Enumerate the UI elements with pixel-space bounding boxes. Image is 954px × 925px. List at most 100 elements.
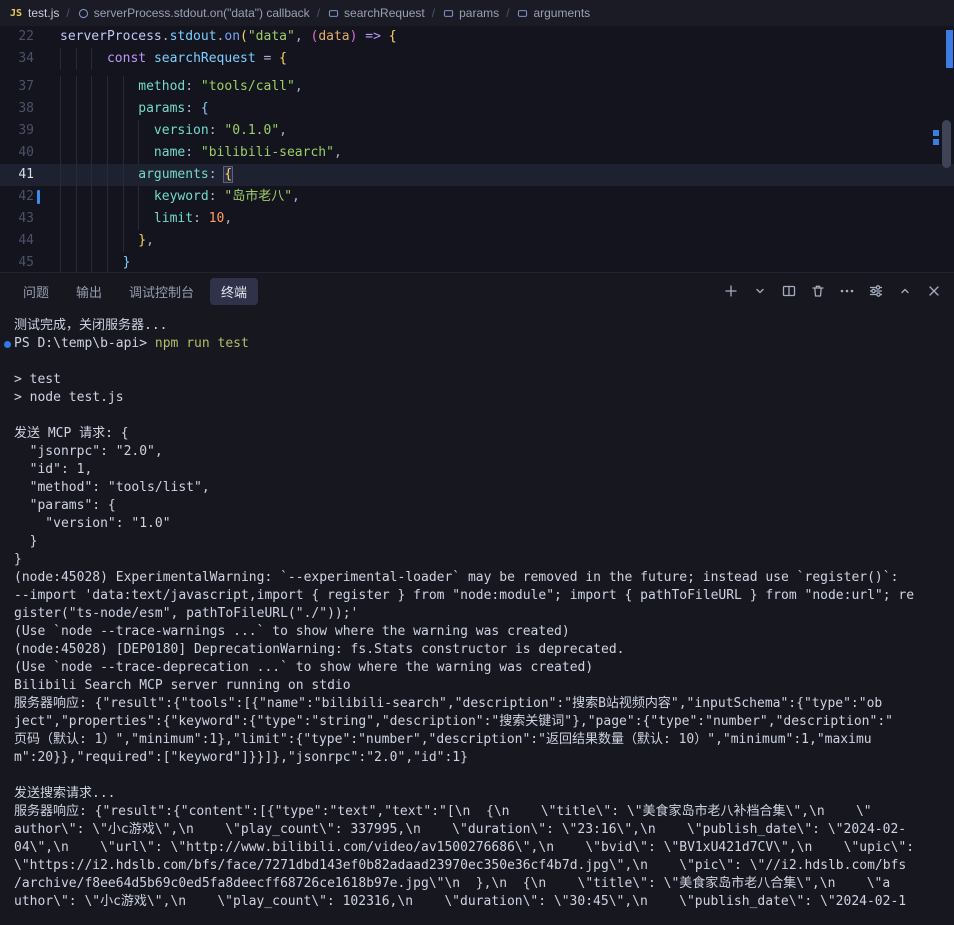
code-token: on (224, 29, 240, 44)
editor-scrollbar-thumb[interactable] (942, 120, 951, 168)
trash-icon[interactable] (810, 283, 826, 299)
indent-guide (76, 76, 77, 98)
code-token: : (209, 189, 225, 204)
panel-tab-输出[interactable]: 输出 (65, 278, 113, 305)
code-token: : (185, 145, 201, 160)
line-number: 38 (0, 98, 34, 120)
indent-guide (91, 208, 92, 230)
code-token: : (185, 79, 201, 94)
code-token: { (279, 51, 287, 66)
code-token: "bilibili-search" (201, 145, 334, 160)
indent-guide (107, 230, 108, 252)
plus-icon[interactable] (723, 283, 739, 299)
code-token: { (389, 29, 397, 44)
breadcrumb-item-arguments[interactable]: arguments (516, 6, 590, 20)
indent-guide (123, 76, 124, 98)
terminal-line: > test (14, 371, 954, 389)
terminal-line: 04\",\n \"url\": \"http://www.bilibili.c… (14, 839, 954, 857)
line-number: 42 (0, 186, 34, 208)
indent-guide (138, 208, 139, 230)
terminal-line: (Use `node --trace-deprecation ...` to s… (14, 659, 954, 677)
code-text: arguments: { (60, 164, 232, 186)
indent-guide (138, 142, 139, 164)
panel-tab-终端[interactable]: 终端 (210, 278, 258, 305)
breadcrumb-item-searchrequest[interactable]: searchRequest (327, 6, 425, 20)
indent-guide (76, 164, 77, 186)
chevron-down-icon[interactable] (752, 283, 768, 299)
panel-header: 问题输出调试控制台终端 (0, 273, 954, 309)
code-line[interactable]: 38 params: { (0, 98, 954, 120)
code-line[interactable]: 37 method: "tools/call", (0, 76, 954, 98)
indent-guide (107, 252, 108, 272)
panel-actions (723, 283, 942, 299)
indent-guide (123, 164, 124, 186)
breadcrumb-items: test.js / serverProcess.stdout.on("data") … (28, 6, 590, 20)
code-token: params (138, 101, 185, 116)
indent-guide (91, 164, 92, 186)
terminal-line: > node test.js (14, 389, 954, 407)
code-token: method (138, 79, 185, 94)
terminal-line: \"https://i2.hdslb.com/bfs/face/7271dbd1… (14, 857, 954, 875)
panel-tab-调试控制台[interactable]: 调试控制台 (118, 278, 205, 305)
indent-guide (91, 48, 92, 70)
code-line[interactable]: 22serverProcess.stdout.on("data", (data)… (0, 26, 954, 48)
chevron-up-icon[interactable] (897, 283, 913, 299)
breadcrumb-item-params[interactable]: params (442, 6, 499, 20)
breadcrumb-item-label: params (459, 6, 499, 20)
terminal-output[interactable]: 测试完成，关闭服务器...PS D:\temp\b-api> npm run t… (0, 309, 954, 917)
indent-guide (123, 186, 124, 208)
breadcrumb-item-test-js[interactable]: test.js (28, 6, 59, 20)
breadcrumb-item-serverprocess-stdout-on-data-cal[interactable]: serverProcess.stdout.on("data") callback (77, 6, 310, 20)
terminal-text: PS D:\temp\b-api> (14, 336, 155, 351)
breadcrumb-separator: / (506, 6, 509, 20)
filter-sliders-icon[interactable] (868, 283, 884, 299)
command-decoration-dot[interactable] (4, 341, 11, 348)
code-line[interactable]: 39 version: "0.1.0", (0, 120, 954, 142)
panel-tab-问题[interactable]: 问题 (12, 278, 60, 305)
code-token: : (209, 167, 225, 182)
terminal-line: --import 'data:text/javascript,import { … (14, 587, 954, 605)
code-line[interactable]: 41 arguments: { (0, 164, 954, 186)
line-number: 41 (0, 164, 34, 186)
code-line[interactable]: 43 limit: 10, (0, 208, 954, 230)
code-token: , (334, 145, 342, 160)
indent-guide (107, 120, 108, 142)
line-number: 45 (0, 252, 34, 272)
terminal-line (14, 353, 954, 371)
indent-guide (123, 230, 124, 252)
code-editor[interactable]: 22serverProcess.stdout.on("data", (data)… (0, 26, 954, 272)
breadcrumb-item-label: serverProcess.stdout.on("data") callback (94, 6, 310, 20)
terminal-line: "id": 1, (14, 461, 954, 479)
code-line[interactable]: 42 keyword: "岛市老八", (0, 186, 954, 208)
code-token: } (138, 233, 146, 248)
code-token: , (224, 211, 232, 226)
indent-guide (107, 142, 108, 164)
close-icon[interactable] (926, 283, 942, 299)
indent-guide (60, 98, 61, 120)
split-terminal-icon[interactable] (781, 283, 797, 299)
indent-guide (76, 252, 77, 272)
code-line[interactable]: 45 } (0, 252, 954, 272)
ellipsis-icon[interactable] (839, 283, 855, 299)
breadcrumb-item-label: arguments (533, 6, 590, 20)
indent-guide (91, 252, 92, 272)
code-token: "tools/call" (201, 79, 295, 94)
terminal-line (14, 767, 954, 785)
indent-guide (60, 186, 61, 208)
code-token: name (154, 145, 185, 160)
terminal-line: ject","properties":{"keyword":{"type":"s… (14, 713, 954, 731)
code-line[interactable]: 34 const searchRequest = { (0, 48, 954, 70)
code-token: : (209, 123, 225, 138)
code-line[interactable]: 40 name: "bilibili-search", (0, 142, 954, 164)
terminal-line: /archive/f8ee64d5b69c0ed5fa8deecff68726c… (14, 875, 954, 893)
terminal-line: "jsonrpc": "2.0", (14, 443, 954, 461)
indent-guide (138, 186, 139, 208)
code-token: "岛市老八" (224, 189, 292, 204)
line-number: 40 (0, 142, 34, 164)
code-token: : (193, 211, 209, 226)
terminal-line: "version": "1.0" (14, 515, 954, 533)
indent-guide (107, 164, 108, 186)
terminal-line: uthor\": \"小c游戏\",\n \"play_count\": 102… (14, 893, 954, 911)
code-line[interactable]: 44 }, (0, 230, 954, 252)
indent-guide (123, 142, 124, 164)
